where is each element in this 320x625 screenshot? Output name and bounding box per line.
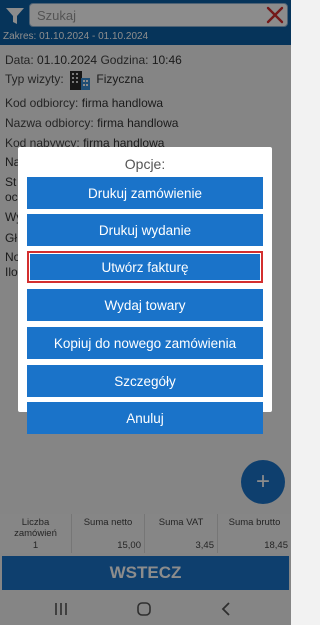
copy-to-new-order-button[interactable]: Kopiuj do nowego zamówienia [27,327,263,359]
print-order-button[interactable]: Drukuj zamówienie [27,177,263,209]
dialog-title: Opcje: [124,156,166,172]
print-release-button[interactable]: Drukuj wydanie [27,214,263,246]
issue-goods-button[interactable]: Wydaj towary [27,289,263,321]
create-invoice-button[interactable]: Utwórz fakturę [27,251,263,283]
modal-overlay[interactable]: Opcje: Drukuj zamówienie Drukuj wydanie … [0,0,291,625]
cancel-button[interactable]: Anuluj [27,402,263,434]
options-dialog: Opcje: Drukuj zamówienie Drukuj wydanie … [18,147,272,412]
details-button[interactable]: Szczegóły [27,365,263,397]
